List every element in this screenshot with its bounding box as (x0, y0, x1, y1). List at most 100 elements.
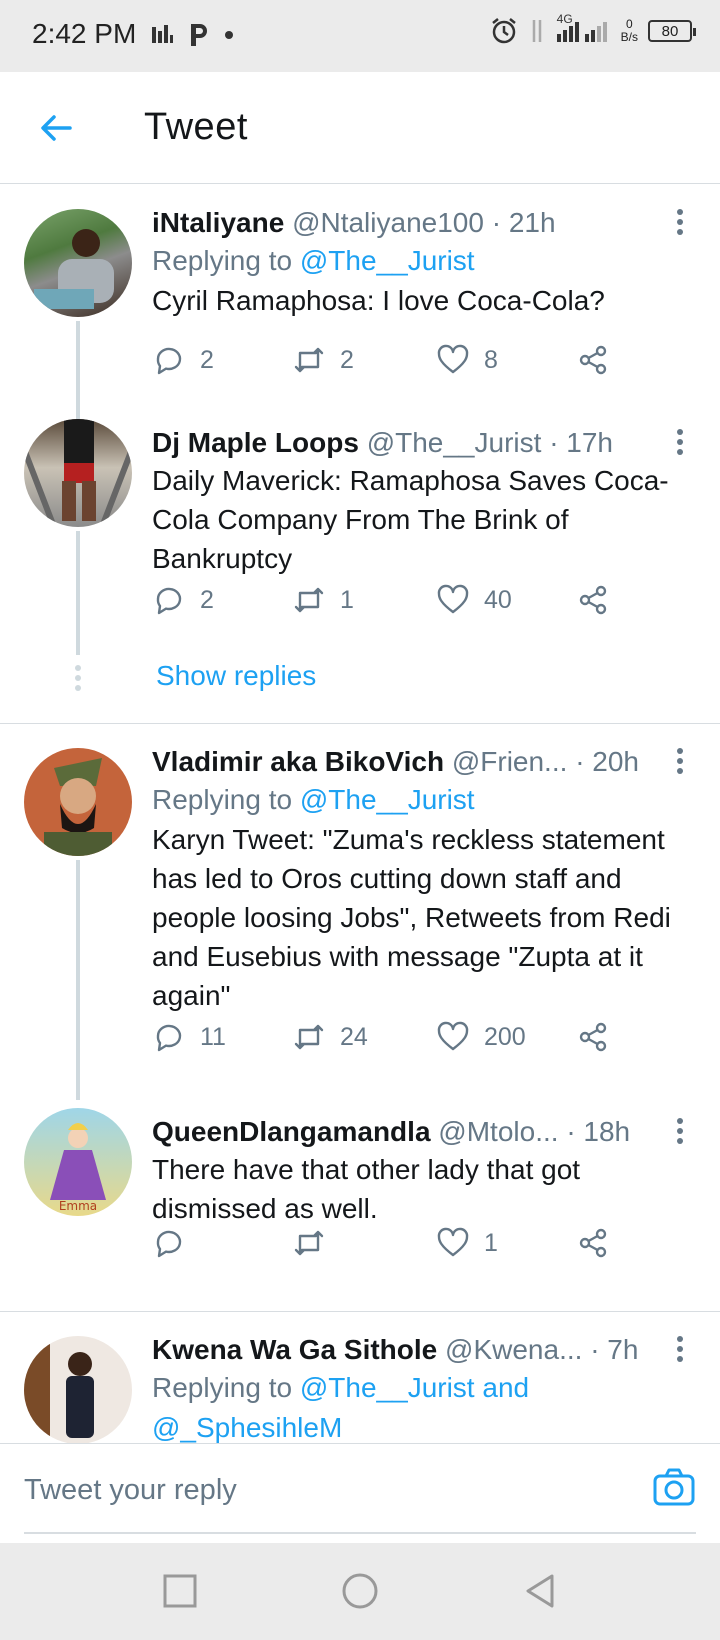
reply-icon (156, 587, 182, 615)
like-button[interactable]: 1 (436, 1226, 498, 1260)
replying-to: Replying to @The__Jurist and @_SphesihleM (152, 1368, 680, 1443)
more-options-icon[interactable] (670, 1116, 690, 1146)
reply-icon (156, 1230, 182, 1258)
tweet-item[interactable]: Kwena Wa Ga Sithole @Kwena... · 7h Reply… (0, 1312, 720, 1443)
share-button[interactable] (576, 1020, 610, 1054)
netspeed: 0 B/s (621, 18, 638, 44)
tweet-time: · 18h (566, 1116, 631, 1147)
thread-line (76, 321, 80, 425)
like-button[interactable]: 200 (436, 1020, 526, 1054)
like-button[interactable]: 40 (436, 583, 512, 617)
tweet-header: Dj Maple Loops @The__Jurist · 17h (152, 425, 680, 461)
avatar[interactable] (24, 1336, 132, 1443)
back-arrow-icon[interactable] (36, 108, 76, 148)
tweet-actions: 11 24 200 (152, 1020, 632, 1060)
tweet-actions: 2 1 40 (152, 583, 632, 623)
reply-button[interactable]: 2 (152, 583, 214, 617)
status-bar: 2:42 PM 4G 0 B/s 80 (0, 0, 720, 72)
share-icon (579, 1022, 607, 1052)
author-handle: @Kwena... (445, 1334, 583, 1365)
share-icon (579, 585, 607, 615)
author-name[interactable]: QueenDlangamandla (152, 1116, 431, 1147)
like-count: 200 (484, 1022, 526, 1051)
share-button[interactable] (576, 343, 610, 377)
tweet-time: · 17h (549, 427, 614, 458)
avatar[interactable] (24, 419, 132, 527)
tweet-item[interactable]: Emma QueenDlangamandla @Mtolo... · 18h T… (0, 1104, 720, 1295)
show-replies-link[interactable]: Show replies (156, 660, 316, 692)
share-button[interactable] (576, 1226, 610, 1260)
retweet-button[interactable]: 2 (292, 343, 354, 377)
reply-button[interactable]: 11 (152, 1020, 226, 1054)
reply-count: 11 (200, 1022, 226, 1051)
reply-button[interactable]: 2 (152, 343, 214, 377)
tweet-item[interactable]: Vladimir aka BikoVich @Frien... · 20h Re… (0, 724, 720, 1104)
reply-count: 2 (200, 585, 214, 614)
retweet-icon (294, 1024, 324, 1050)
retweet-button[interactable] (292, 1226, 340, 1260)
like-button[interactable]: 8 (436, 343, 498, 377)
author-name[interactable]: Vladimir aka BikoVich (152, 746, 444, 777)
heart-icon (437, 344, 469, 374)
tweet-content: Vladimir aka BikoVich @Frien... · 20h Re… (152, 744, 680, 1015)
tweet-content: Dj Maple Loops @The__Jurist · 17h Daily … (152, 425, 680, 578)
tweet-header: Vladimir aka BikoVich @Frien... · 20h (152, 744, 680, 780)
share-button[interactable] (576, 583, 610, 617)
tweet-time: · 20h (575, 746, 640, 777)
heart-icon (437, 584, 469, 614)
reply-feed[interactable]: iNtaliyane @Ntaliyane100 · 21h Replying … (0, 185, 720, 1443)
recents-square-icon[interactable] (160, 1571, 200, 1611)
reply-button[interactable] (152, 1226, 200, 1260)
tweet-time: · 21h (491, 207, 556, 238)
like-count: 1 (484, 1228, 498, 1257)
author-name[interactable]: Kwena Wa Ga Sithole (152, 1334, 437, 1365)
author-handle: @Frien... (451, 746, 568, 777)
retweet-count: 24 (340, 1022, 368, 1051)
retweet-icon (294, 347, 324, 373)
replying-to-link[interactable]: @The__Jurist (300, 245, 475, 276)
tweet-content: Kwena Wa Ga Sithole @Kwena... · 7h Reply… (152, 1332, 680, 1443)
tweet-content: iNtaliyane @Ntaliyane100 · 21h Replying … (152, 205, 680, 320)
sim-data-icon (152, 25, 173, 43)
tweet-item[interactable]: Dj Maple Loops @The__Jurist · 17h Daily … (0, 415, 720, 705)
dot-icon (225, 31, 233, 39)
retweet-icon (294, 1230, 324, 1256)
replying-prefix: Replying to (152, 1372, 300, 1403)
home-circle-icon[interactable] (340, 1571, 380, 1611)
replying-to-link[interactable]: @_SphesihleM (152, 1412, 342, 1443)
reply-count: 2 (200, 345, 214, 374)
back-triangle-icon[interactable] (520, 1571, 560, 1611)
tweet-actions: 2 2 8 (152, 343, 632, 383)
replying-to: Replying to @The__Jurist (152, 780, 680, 820)
page-title: Tweet (144, 106, 248, 148)
netspeed-unit: B/s (620, 30, 638, 44)
reply-composer: Tweet your reply (0, 1443, 720, 1543)
more-options-icon[interactable] (670, 1334, 690, 1364)
more-options-icon[interactable] (670, 427, 690, 457)
avatar[interactable] (24, 748, 132, 856)
camera-icon[interactable] (652, 1466, 696, 1510)
retweet-icon (294, 587, 324, 613)
more-options-icon[interactable] (670, 746, 690, 776)
thread-line (76, 531, 80, 655)
system-nav-bar (0, 1543, 720, 1640)
tweet-text: Daily Maverick: Ramaphosa Saves Coca-Col… (152, 465, 669, 574)
replying-prefix: Replying to (152, 784, 300, 815)
reply-input[interactable]: Tweet your reply (24, 1474, 237, 1507)
retweet-button[interactable]: 1 (292, 583, 354, 617)
replying-to-link[interactable]: @The__Jurist (300, 784, 475, 815)
tweet-time: · 7h (590, 1334, 639, 1365)
tweet-item[interactable]: iNtaliyane @Ntaliyane100 · 21h Replying … (0, 185, 720, 425)
avatar[interactable] (24, 209, 132, 317)
retweet-count: 2 (340, 345, 354, 374)
tweet-header: iNtaliyane @Ntaliyane100 · 21h (152, 205, 680, 241)
retweet-button[interactable]: 24 (292, 1020, 368, 1054)
tweet-actions: 1 (152, 1226, 632, 1266)
author-name[interactable]: iNtaliyane (152, 207, 284, 238)
replying-to-link[interactable]: @The__Jurist and (300, 1372, 529, 1403)
more-options-icon[interactable] (670, 207, 690, 237)
author-name[interactable]: Dj Maple Loops (152, 427, 359, 458)
tweet-text: There have that other lady that got dism… (152, 1154, 581, 1224)
avatar[interactable]: Emma (24, 1108, 132, 1216)
heart-icon (437, 1021, 469, 1051)
